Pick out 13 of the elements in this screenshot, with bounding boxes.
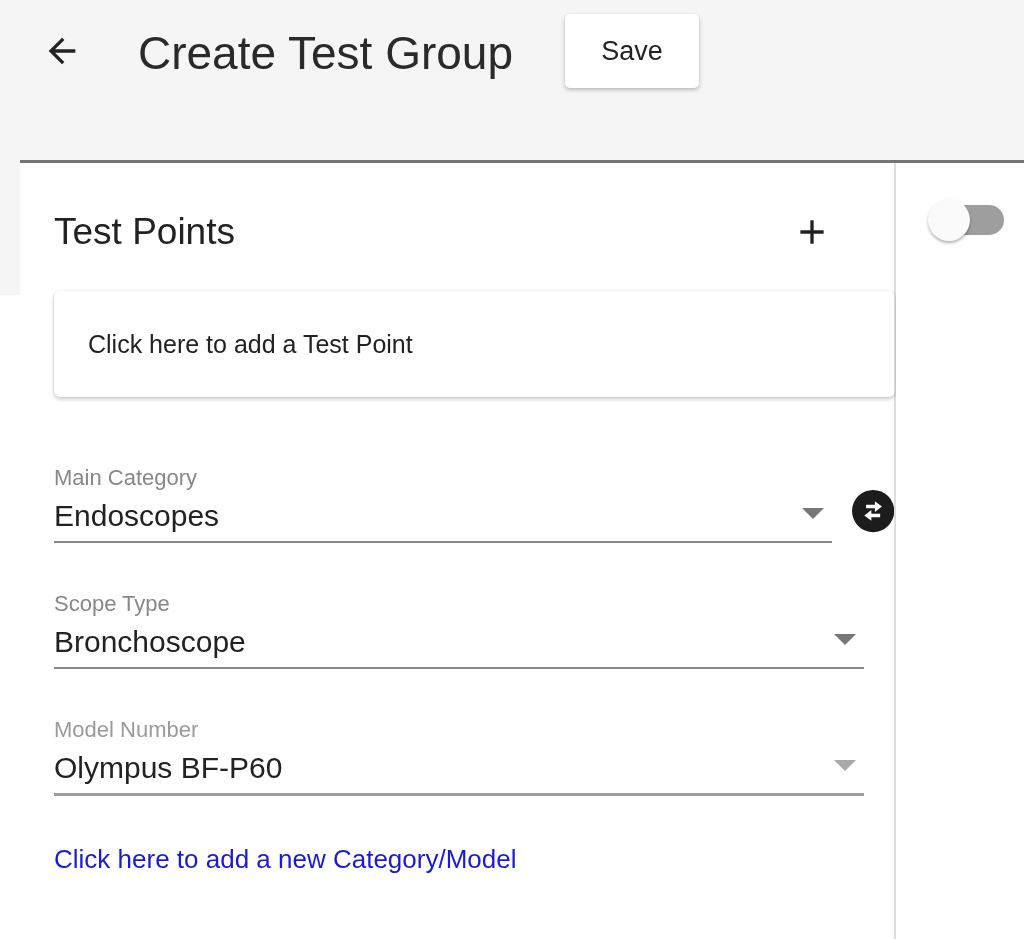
select-field[interactable]: Main Category Endoscopes <box>54 465 832 543</box>
panel-title: Test Points <box>54 211 235 253</box>
add-category-link[interactable]: Click here to add a new Category/Model <box>54 844 517 875</box>
select-field[interactable]: Model Number Olympus BF-P60 <box>54 717 864 796</box>
toggle-switch[interactable] <box>928 199 1004 241</box>
add-test-point-card[interactable]: Click here to add a Test Point <box>54 291 895 397</box>
select-field[interactable]: Scope Type Bronchoscope <box>54 591 864 669</box>
caret-icon <box>801 508 824 519</box>
swap-icon[interactable] <box>851 489 894 533</box>
save-button[interactable]: Save <box>565 14 699 88</box>
caret-icon <box>834 634 856 645</box>
caret-icon <box>834 760 856 771</box>
page-title: Create Test Group <box>138 26 513 80</box>
